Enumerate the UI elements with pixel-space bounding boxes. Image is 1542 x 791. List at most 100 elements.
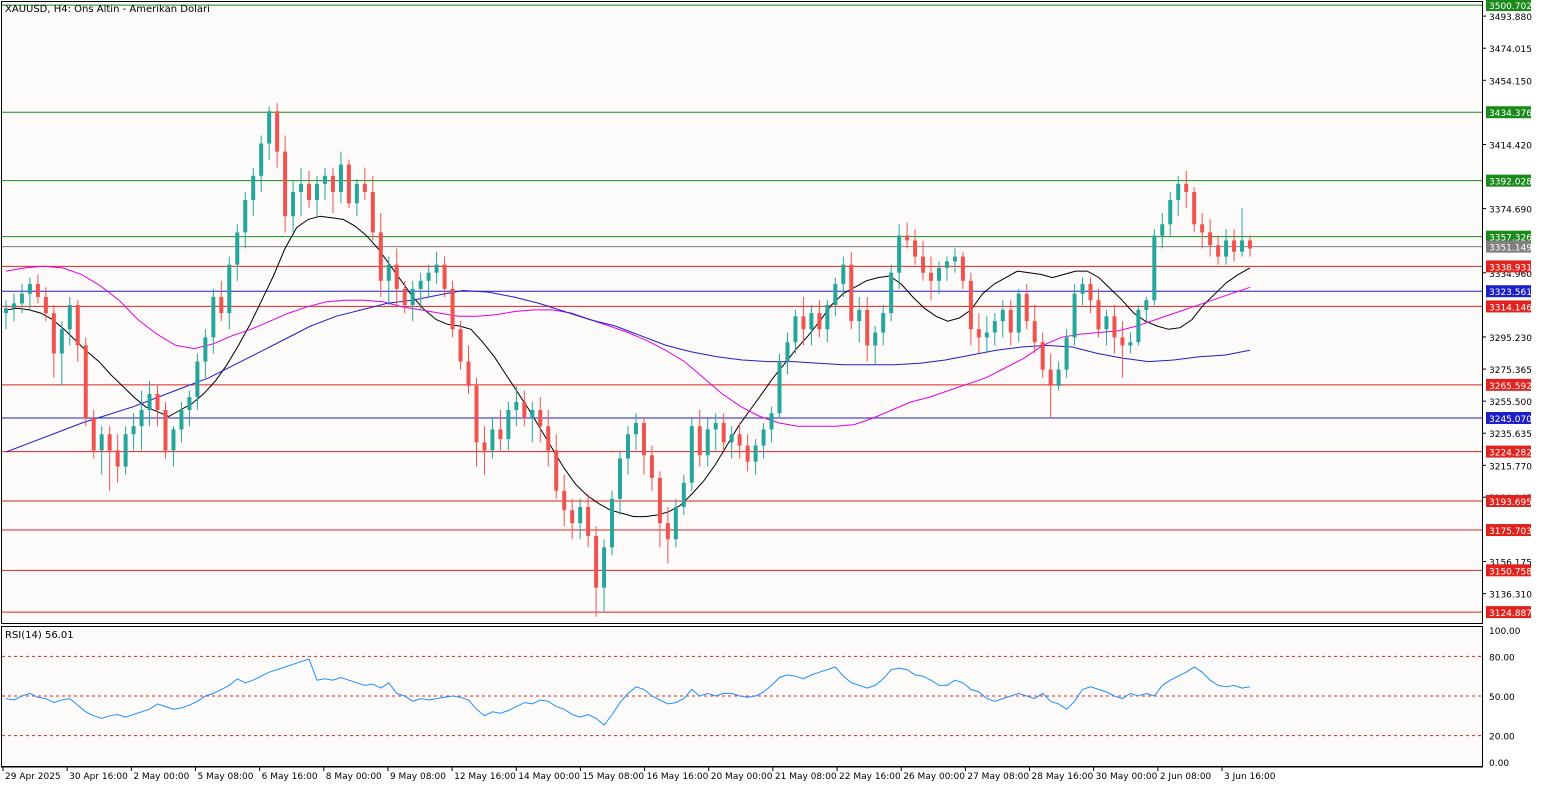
candle-body (171, 429, 176, 451)
candle-body (59, 329, 64, 354)
candle-body (1240, 240, 1245, 252)
candle-body (976, 329, 981, 338)
time-tick-label: 30 May 00:00 (1096, 772, 1158, 782)
candle-body (450, 288, 455, 330)
time-tick-label: 15 May 08:00 (582, 772, 644, 782)
candle-body (51, 313, 56, 354)
candle-body (243, 200, 248, 233)
candle-body (442, 264, 447, 289)
candle-body (354, 183, 359, 204)
candle-body (1160, 224, 1165, 236)
candle-body (147, 393, 152, 411)
candle-body (362, 183, 367, 192)
candle-body (657, 477, 662, 524)
candle-body (251, 175, 256, 201)
candle-body (402, 288, 407, 306)
level-price-label: 3193.695 (1489, 498, 1532, 508)
candle-body (586, 506, 591, 537)
candle-body (761, 429, 766, 446)
price-tick-label: 3474.015 (1489, 45, 1532, 55)
candle-body (817, 313, 822, 330)
candle-body (19, 293, 24, 304)
candle-body (769, 413, 774, 430)
candle-body (1152, 235, 1157, 301)
price-tick-label: 3454.150 (1489, 77, 1532, 87)
candle-body (1248, 240, 1252, 249)
candle-body (299, 183, 304, 192)
candle-body (418, 280, 423, 289)
time-tick-label: 27 May 08:00 (967, 772, 1029, 782)
time-tick-label: 28 May 16:00 (1032, 772, 1094, 782)
candle-body (394, 264, 399, 289)
candle-body (729, 434, 734, 443)
chart-root: 3493.880 3474.015 3454.150 3414.420 3374.690… (0, 0, 1542, 787)
time-tick-label: 22 May 16:00 (839, 772, 901, 782)
price-tick-label: 3374.690 (1489, 206, 1532, 216)
candle-body (594, 536, 599, 588)
rsi-tick-label: 100.00 (1489, 627, 1521, 637)
candle-body (83, 345, 88, 419)
level-price-label: 3434.376 (1489, 109, 1532, 119)
candle-body (737, 434, 742, 446)
candle-body (618, 458, 623, 499)
candle-body (1104, 316, 1109, 330)
candle-body (857, 309, 862, 322)
candle-body (187, 397, 192, 411)
candle-body (482, 442, 487, 451)
candle-body (1040, 342, 1045, 370)
time-tick-label: 2 Jun 08:00 (1160, 772, 1212, 782)
candle-body (697, 426, 702, 456)
candle-body (179, 410, 184, 430)
candle-body (944, 261, 949, 268)
time-tick-label: 5 May 08:00 (197, 772, 253, 782)
candle-body (649, 455, 654, 478)
candle-body (474, 385, 479, 443)
candle-body (219, 296, 224, 314)
rsi-tick-label: 50.00 (1489, 693, 1515, 703)
time-tick-label: 14 May 00:00 (518, 772, 580, 782)
price-tick-label: 3295.230 (1489, 334, 1532, 344)
candle-body (99, 434, 104, 451)
candle-body (291, 191, 296, 217)
candle-body (131, 426, 136, 435)
candle-body (283, 151, 288, 217)
candle-body (338, 164, 343, 192)
time-tick-label: 21 May 08:00 (775, 772, 837, 782)
candle-body (1080, 284, 1085, 294)
level-price-label: 3338.931 (1489, 263, 1532, 273)
candle-body (1048, 369, 1053, 386)
candle-body (123, 434, 128, 467)
candle-body (881, 313, 886, 333)
candle-body (960, 256, 965, 281)
level-price-label: 3500.702 (1489, 2, 1532, 12)
candle-body (1136, 309, 1141, 343)
candle-body (833, 284, 838, 306)
candle-body (633, 422, 638, 435)
candle-body (705, 429, 710, 456)
level-price-label: 3323.561 (1489, 288, 1532, 298)
candle-body (514, 401, 519, 411)
candle-body (1144, 300, 1149, 310)
candle-body (107, 434, 112, 451)
candle-body (67, 305, 72, 330)
rsi-label: RSI(14) 56.01 (5, 630, 74, 641)
candle-body (259, 143, 264, 176)
candle-body (753, 445, 758, 462)
candle-body (937, 267, 941, 281)
candle-body (1096, 300, 1101, 330)
level-price-label: 3124.887 (1489, 609, 1532, 619)
candle-body (570, 510, 575, 524)
candle-body (115, 450, 120, 467)
candle-body (203, 337, 208, 362)
rsi-tick-label: 0.00 (1489, 759, 1509, 769)
candle-body (562, 490, 567, 511)
candle-body (530, 410, 535, 419)
candle-body (1184, 183, 1189, 192)
time-tick-label: 20 May 00:00 (711, 772, 773, 782)
candle-body (434, 264, 439, 273)
candle-body (873, 332, 878, 346)
candle-body (1192, 191, 1197, 225)
time-tick-label: 26 May 00:00 (903, 772, 965, 782)
level-price-label: 3392.028 (1489, 178, 1532, 188)
price-tick-label: 3136.310 (1489, 591, 1532, 601)
